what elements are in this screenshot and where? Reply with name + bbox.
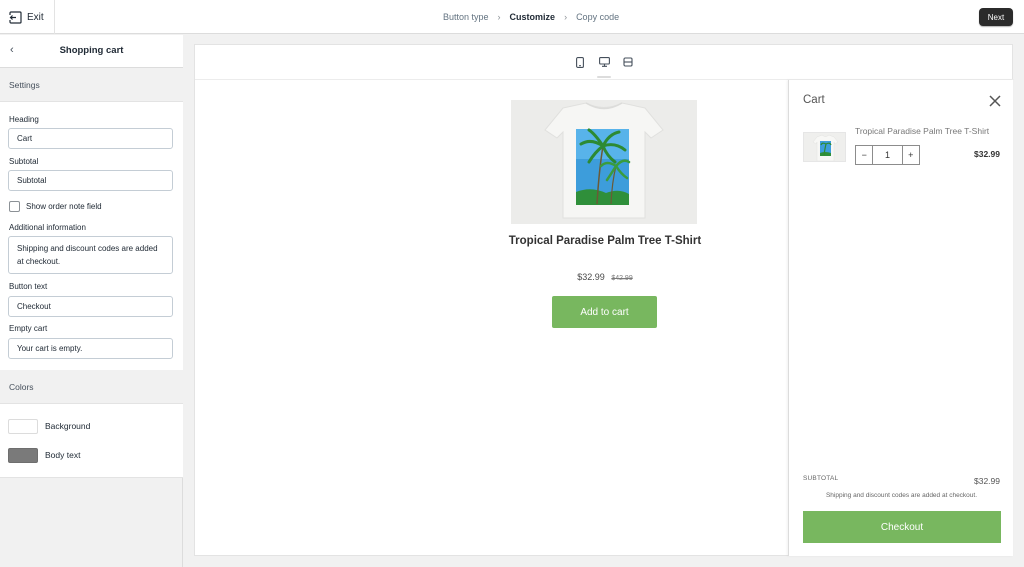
panel-title: Shopping cart bbox=[59, 45, 124, 56]
empty-cart-input[interactable]: Your cart is empty. bbox=[8, 338, 173, 359]
device-toolbar bbox=[195, 45, 1014, 80]
cart-item-thumbnail bbox=[803, 132, 846, 162]
add-to-cart-button[interactable]: Add to cart bbox=[552, 296, 657, 328]
exit-button[interactable]: Exit bbox=[0, 0, 55, 34]
empty-cart-label: Empty cart bbox=[9, 324, 48, 333]
additional-info-label: Additional information bbox=[9, 223, 86, 232]
step-button-type[interactable]: Button type bbox=[443, 12, 489, 22]
step-breadcrumb: Button type › Customize › Copy code bbox=[443, 0, 619, 34]
fullscreen-icon[interactable] bbox=[621, 55, 635, 69]
order-note-label: Show order note field bbox=[26, 202, 102, 211]
subtotal-value: $32.99 bbox=[974, 476, 1000, 486]
selected-device-indicator bbox=[597, 76, 611, 78]
subtotal-label: Subtotal bbox=[9, 157, 39, 166]
next-button[interactable]: Next bbox=[979, 8, 1013, 26]
product-compare-price: $42.99 bbox=[611, 275, 633, 282]
checkout-note: Shipping and discount codes are added at… bbox=[825, 492, 978, 499]
settings-panel: ‹ Shopping cart Settings Heading Cart Su… bbox=[0, 35, 183, 567]
exit-label: Exit bbox=[27, 11, 44, 23]
mobile-icon[interactable] bbox=[573, 55, 587, 69]
chevron-right-icon: › bbox=[564, 12, 568, 22]
order-note-checkbox[interactable] bbox=[9, 201, 20, 212]
body-text-color-swatch[interactable] bbox=[8, 448, 38, 463]
cart-item-price: $32.99 bbox=[974, 149, 1000, 159]
exit-icon bbox=[9, 10, 22, 24]
product-image bbox=[511, 100, 697, 224]
button-text-input[interactable]: Checkout bbox=[8, 296, 173, 317]
background-color-label: Background bbox=[45, 421, 91, 431]
panel-header: ‹ Shopping cart bbox=[0, 35, 183, 68]
step-customize[interactable]: Customize bbox=[510, 12, 556, 22]
top-bar: Exit Button type › Customize › Copy code… bbox=[0, 0, 1024, 34]
body-text-color-label: Body text bbox=[45, 450, 81, 460]
close-icon[interactable] bbox=[988, 94, 1002, 108]
button-text-label: Button text bbox=[9, 282, 48, 291]
heading-label: Heading bbox=[9, 115, 39, 124]
settings-section: Heading Cart Subtotal Subtotal Show orde… bbox=[0, 102, 183, 371]
preview-canvas: Tropical Paradise Palm Tree T-Shirt $32.… bbox=[194, 44, 1014, 556]
background-color-swatch[interactable] bbox=[8, 419, 38, 434]
subtotal-input[interactable]: Subtotal bbox=[8, 170, 173, 191]
quantity-decrease-button[interactable]: − bbox=[856, 146, 872, 164]
step-copy-code[interactable]: Copy code bbox=[576, 12, 619, 22]
product-price: $32.99 bbox=[577, 272, 605, 282]
quantity-increase-button[interactable]: + bbox=[903, 146, 919, 164]
cart-drawer: Cart Tropical Paradise Palm Tree T-Shirt… bbox=[788, 80, 1013, 556]
heading-input[interactable]: Cart bbox=[8, 128, 173, 149]
checkout-button[interactable]: Checkout bbox=[803, 511, 1001, 543]
cart-item-title: Tropical Paradise Palm Tree T-Shirt bbox=[855, 126, 990, 136]
desktop-icon[interactable] bbox=[597, 55, 611, 69]
chevron-right-icon: › bbox=[497, 12, 501, 22]
settings-section-header: Settings bbox=[0, 68, 183, 102]
cart-title: Cart bbox=[803, 94, 825, 106]
additional-info-textarea[interactable]: Shipping and discount codes are added at… bbox=[8, 236, 173, 274]
product-prices: $32.99 $42.99 bbox=[505, 272, 705, 282]
product-title: Tropical Paradise Palm Tree T-Shirt bbox=[508, 235, 702, 247]
colors-section: Background Body text bbox=[0, 404, 183, 478]
quantity-stepper: − 1 + bbox=[855, 145, 920, 165]
quantity-value[interactable]: 1 bbox=[872, 146, 903, 164]
colors-section-header: Colors bbox=[0, 370, 183, 404]
subtotal-label: SUBTOTAL bbox=[803, 475, 839, 482]
